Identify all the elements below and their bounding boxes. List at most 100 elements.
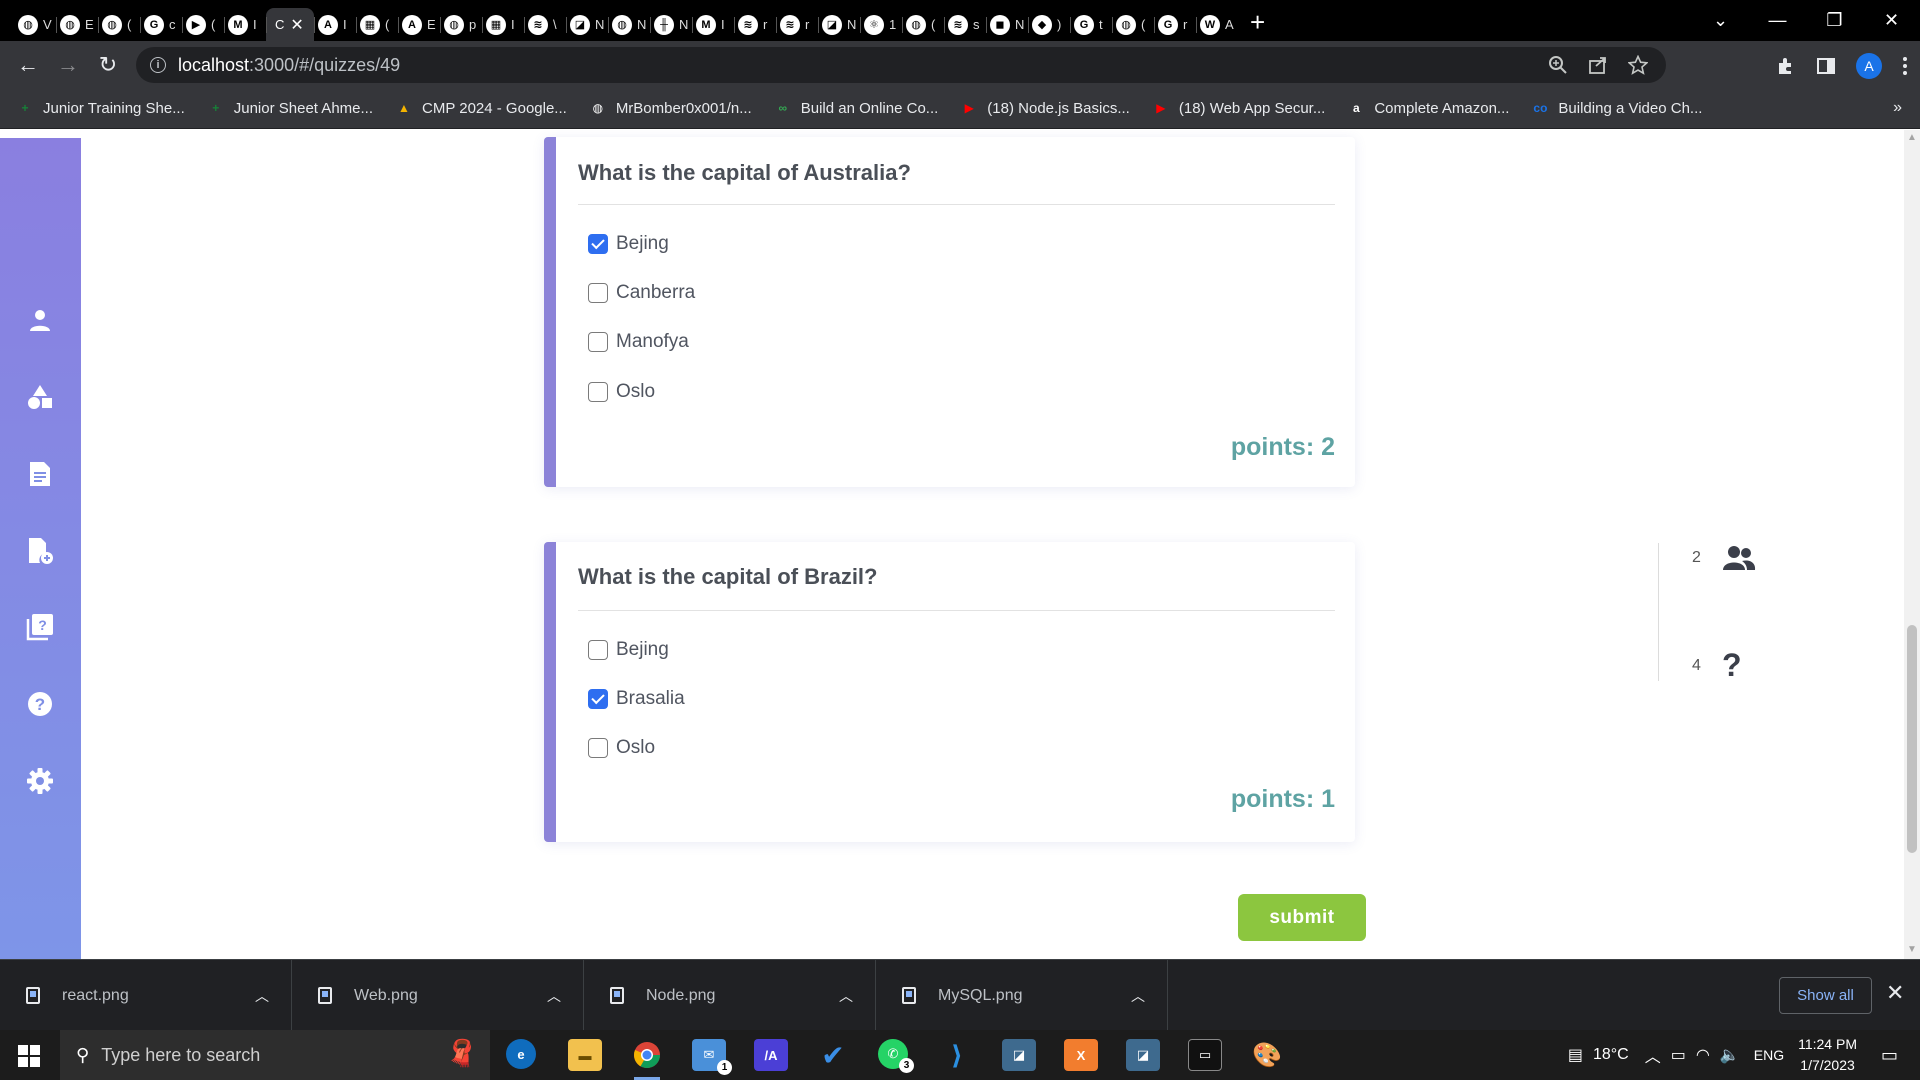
tab-title[interactable]: r — [1183, 17, 1187, 32]
tab-title[interactable]: I — [343, 17, 347, 32]
answer-label[interactable]: Oslo — [616, 381, 655, 403]
browser-tab[interactable]: ≋ r — [776, 8, 818, 41]
bookmarks-overflow-button[interactable]: » — [1893, 99, 1902, 117]
bookmark-label[interactable]: Junior Sheet Ahme... — [234, 100, 373, 117]
bookmark-label[interactable]: CMP 2024 - Google... — [422, 100, 567, 117]
browser-tab-active[interactable]: C ✕ — [266, 8, 314, 41]
tab-title[interactable]: t — [1099, 17, 1103, 32]
browser-tab[interactable]: Gc — [140, 8, 182, 41]
answer-checkbox[interactable] — [588, 689, 608, 709]
chrome-icon[interactable] — [630, 1039, 664, 1080]
site-info-icon[interactable]: i — [150, 57, 166, 73]
volume-icon[interactable]: 🔈 — [1720, 1045, 1740, 1065]
browser-tab[interactable]: ◍ V — [14, 8, 56, 41]
menu-kebab-icon[interactable] — [1902, 56, 1908, 76]
answer-option[interactable]: Brasalia — [588, 688, 685, 710]
tab-title[interactable]: N — [679, 17, 688, 32]
browser-tab[interactable]: ◪ N — [566, 8, 608, 41]
browser-tab[interactable]: ◪ N — [818, 8, 860, 41]
download-item[interactable]: MySQL.png ︿ — [876, 960, 1168, 1031]
bookmark-item[interactable]: co Building a Video Ch... — [1531, 99, 1702, 117]
browser-tab[interactable]: ≋ s — [944, 8, 986, 41]
profile-avatar[interactable]: A — [1856, 53, 1882, 79]
download-filename[interactable]: Web.png — [354, 987, 418, 1005]
tab-title[interactable]: N — [595, 17, 604, 32]
page-scrollbar[interactable]: ▲ ▼ — [1904, 130, 1920, 959]
mail-icon[interactable]: ✉ 1 — [692, 1039, 732, 1075]
browser-tab[interactable]: MI — [692, 8, 734, 41]
browser-tab[interactable]: ▶( — [182, 8, 224, 41]
browser-tab[interactable]: ◍( — [902, 8, 944, 41]
bookmark-label[interactable]: (18) Web App Secur... — [1179, 100, 1325, 117]
mysql-workbench-2-icon[interactable]: ◪ — [1126, 1039, 1160, 1071]
answer-option[interactable]: Oslo — [588, 737, 655, 759]
answer-option[interactable]: Canberra — [588, 282, 695, 304]
answer-label[interactable]: Oslo — [616, 737, 655, 759]
battery-icon[interactable]: ▭ — [1671, 1045, 1686, 1065]
wifi-icon[interactable]: ◠ — [1696, 1045, 1710, 1065]
weather-icon[interactable]: ▤ — [1568, 1045, 1583, 1065]
browser-tab[interactable]: ╫ N — [650, 8, 692, 41]
terminal-icon[interactable]: ▭ — [1188, 1039, 1222, 1071]
tab-search-button[interactable]: ⌄ — [1692, 10, 1749, 31]
windows-start-icon[interactable] — [18, 1045, 40, 1067]
mysql-workbench-icon[interactable]: ◪ — [1002, 1039, 1036, 1071]
scroll-down-arrow-icon[interactable]: ▼ — [1907, 944, 1917, 955]
tab-title[interactable]: p — [469, 17, 476, 32]
bookmark-star-icon[interactable] — [1628, 55, 1648, 75]
tab-title[interactable]: \ — [553, 17, 557, 32]
sidebar-item-categories[interactable] — [24, 381, 56, 413]
address-bar[interactable]: i localhost:3000/#/quizzes/49 — [136, 47, 1666, 83]
browser-tab[interactable]: ⚛ 1 — [860, 8, 902, 41]
answer-label[interactable]: Canberra — [616, 282, 695, 304]
system-clock[interactable]: 11:24 PM 1/7/2023 — [1798, 1034, 1857, 1076]
close-download-shelf-button[interactable]: ✕ — [1886, 980, 1904, 1006]
answer-label[interactable]: Bejing — [616, 639, 669, 661]
answer-label[interactable]: Manofya — [616, 331, 689, 353]
tab-title[interactable]: I — [511, 17, 515, 32]
xampp-icon[interactable]: X — [1064, 1039, 1098, 1071]
tab-title[interactable]: N — [1015, 17, 1024, 32]
bookmark-item[interactable]: a Complete Amazon... — [1347, 99, 1509, 117]
browser-tab[interactable]: ◼ N — [986, 8, 1028, 41]
tab-title[interactable]: r — [805, 17, 809, 32]
tab-title[interactable]: N — [637, 17, 646, 32]
browser-tab[interactable]: ▦ I — [482, 8, 524, 41]
tray-overflow-chevron-icon[interactable]: ︿ — [1645, 1043, 1661, 1067]
browser-tab[interactable]: ≋ r — [734, 8, 776, 41]
vscode-icon[interactable]: ⟩ — [940, 1039, 974, 1071]
browser-tab[interactable]: ◍( — [98, 8, 140, 41]
download-item[interactable]: Node.png ︿ — [584, 960, 876, 1031]
paint-icon[interactable]: 🎨 — [1250, 1039, 1284, 1071]
new-tab-button[interactable]: + — [1250, 7, 1265, 38]
answer-option[interactable]: Manofya — [588, 331, 689, 353]
bookmark-item[interactable]: + Junior Training She... — [16, 99, 185, 117]
browser-tab[interactable]: WA — [1196, 8, 1238, 41]
tab-title[interactable]: I — [253, 17, 257, 32]
tab-title[interactable]: ( — [211, 17, 215, 32]
download-item[interactable]: react.png ︿ — [0, 960, 292, 1031]
tab-title[interactable]: A — [1225, 17, 1234, 32]
minimize-button[interactable]: — — [1749, 10, 1806, 31]
bookmark-item[interactable]: ◍ MrBomber0x001/n... — [589, 99, 752, 117]
answer-checkbox[interactable] — [588, 738, 608, 758]
answer-checkbox[interactable] — [588, 332, 608, 352]
download-filename[interactable]: MySQL.png — [938, 987, 1022, 1005]
back-button[interactable]: ← — [8, 52, 48, 78]
whatsapp-icon[interactable]: ✆ 3 — [878, 1039, 914, 1073]
bookmark-label[interactable]: Build an Online Co... — [801, 100, 939, 117]
answer-label[interactable]: Bejing — [616, 233, 669, 255]
chevron-up-icon[interactable]: ︿ — [547, 986, 561, 1006]
chevron-up-icon[interactable]: ︿ — [255, 986, 269, 1006]
sidebar-item-quizzes[interactable] — [24, 458, 56, 490]
browser-tab[interactable]: ▦( — [356, 8, 398, 41]
tab-title[interactable]: c — [169, 17, 176, 32]
tab-title[interactable]: I — [721, 17, 725, 32]
sidebar-item-settings[interactable] — [24, 765, 56, 797]
file-explorer-icon[interactable]: ▬ — [568, 1039, 602, 1071]
figma-like-app-icon[interactable]: /A — [754, 1039, 788, 1071]
browser-tab[interactable]: Gr — [1154, 8, 1196, 41]
close-window-button[interactable]: ✕ — [1863, 10, 1920, 31]
restore-button[interactable]: ❐ — [1806, 10, 1863, 31]
bookmark-label[interactable]: Junior Training She... — [43, 100, 185, 117]
